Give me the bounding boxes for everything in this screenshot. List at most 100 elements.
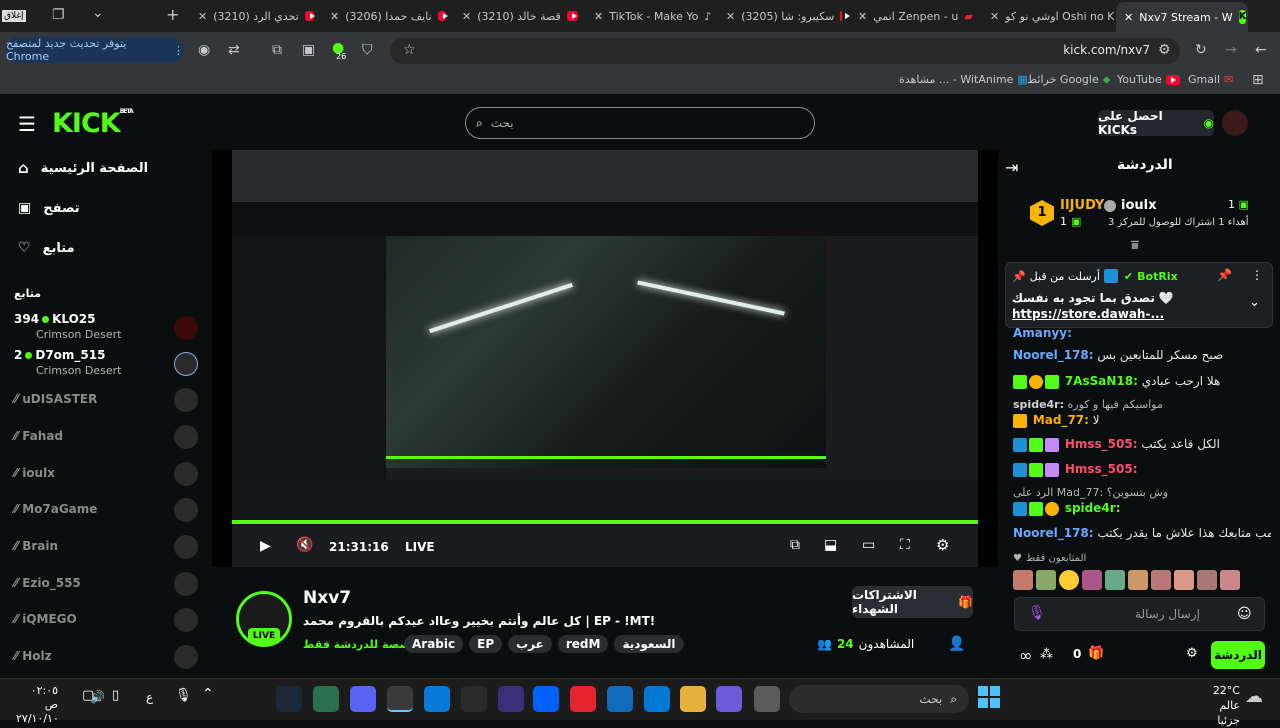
tag[interactable]: عرب [508, 635, 552, 653]
close-icon[interactable]: ✕ [594, 10, 603, 23]
chrome-update-button[interactable]: يتوفر تحديث جديد لمتصفح Chrome ⋮ [6, 37, 184, 63]
reload-icon[interactable]: ↻ [1195, 42, 1207, 58]
channel-item-offline[interactable]: ⁄⁄ Ezio_555 [14, 568, 204, 600]
discord-icon[interactable] [350, 686, 376, 712]
close-icon[interactable]: ✕ [726, 10, 735, 23]
app-icon[interactable] [754, 686, 780, 712]
emote[interactable] [1197, 570, 1217, 590]
extension-icon[interactable]: ▣ [302, 42, 315, 58]
site-info-icon[interactable]: ⚙ [1158, 42, 1171, 58]
user-avatar[interactable] [1222, 110, 1248, 136]
get-kicks-button[interactable]: احصل على KICKs ◉ [1098, 109, 1214, 137]
emote[interactable] [1128, 570, 1148, 590]
extension-avatar-icon[interactable]: ◉ [198, 42, 210, 58]
chevron-up-icon[interactable]: ⌃ [202, 686, 214, 702]
translate-icon[interactable]: ⇄ [228, 42, 240, 58]
channel-item-offline[interactable]: ⁄⁄ Fahad [14, 421, 204, 453]
follow-icon[interactable]: 👤 [948, 636, 965, 652]
all-bookmarks-icon[interactable]: ⊞ [1252, 72, 1264, 88]
tab-youtube-3[interactable]: ✕ (3210) تحدي الرد [190, 4, 322, 28]
taskbar-search[interactable]: بحث ⌕ [789, 685, 969, 713]
tag[interactable]: EP [469, 635, 503, 653]
tab-zenpen[interactable]: ✕ انمي Zenpen - u ▰ [850, 4, 982, 28]
points-icon[interactable]: ⁂ [1040, 647, 1053, 662]
chrome-icon[interactable] [387, 686, 413, 712]
bookmark-maps[interactable]: خرائط Google ⬥ [1027, 73, 1110, 87]
expand-leaderboard-icon[interactable]: ⩸ [1131, 238, 1139, 253]
store-icon[interactable] [644, 686, 670, 712]
theater-icon[interactable]: ▭ [862, 537, 875, 553]
explorer-icon[interactable] [680, 686, 706, 712]
pip-icon[interactable]: ⧉ [790, 537, 800, 553]
tag[interactable]: Arabic [404, 635, 464, 653]
tab-youtube-2[interactable]: ✕ (3206) نايف حمدا [322, 4, 454, 28]
pinned-link[interactable]: https://store.dawah-... [1012, 307, 1164, 321]
outlook-icon[interactable] [607, 686, 633, 712]
channel-item-d7om[interactable]: 2 D7om_515 Crimson Desert [14, 348, 204, 380]
channel-item-offline[interactable]: ⁄⁄ Mo7aGame [14, 494, 204, 526]
tag[interactable]: السعودية [614, 635, 684, 653]
collapse-chat-icon[interactable]: ⇥ [1005, 158, 1018, 177]
unpin-icon[interactable]: 📌 [1217, 268, 1232, 282]
close-icon[interactable]: ✕ [990, 10, 999, 23]
emote[interactable] [1105, 570, 1125, 590]
app-icon[interactable] [498, 686, 524, 712]
channel-item-offline[interactable]: ⁄⁄ Brain [14, 531, 204, 563]
close-icon[interactable]: ✕ [198, 10, 207, 23]
emoji-icon[interactable]: ☺ [1237, 606, 1252, 622]
emote[interactable] [1151, 570, 1171, 590]
mute-icon[interactable]: 🔇 [296, 537, 313, 553]
nav-home[interactable]: ⌂ الصفحة الرئيسية [18, 159, 148, 177]
channel-name[interactable]: Nxv7 [303, 588, 351, 608]
copilot-icon[interactable] [716, 686, 742, 712]
close-icon[interactable]: ✕ [330, 10, 339, 23]
progress-bar[interactable] [386, 456, 826, 459]
emote[interactable] [1174, 570, 1194, 590]
bookmark-youtube[interactable]: YouTube [1117, 73, 1180, 86]
channel-item-klo25[interactable]: 394 KLO25 Crimson Desert [14, 312, 204, 344]
close-icon[interactable]: ✕ [462, 10, 471, 23]
fullscreen-icon[interactable]: ⛶ [900, 537, 910, 553]
tag[interactable]: redM [557, 635, 609, 653]
app-icon[interactable] [570, 686, 596, 712]
play-icon[interactable]: ▶ [260, 538, 271, 554]
shield-icon[interactable]: ⛉ [362, 42, 373, 58]
emote[interactable] [1013, 570, 1033, 590]
mic-icon[interactable]: 🎙 [1028, 605, 1046, 621]
chat-settings-icon[interactable]: ⚙ [1186, 646, 1198, 661]
volume-icon[interactable]: 🔊 [90, 690, 105, 704]
chevron-down-icon[interactable]: ⌄ [92, 5, 104, 21]
battery-icon[interactable]: ▯ [112, 688, 119, 703]
edge-icon[interactable] [424, 686, 450, 712]
star-icon[interactable]: ☆ [403, 42, 416, 58]
video-player[interactable]: ▶ 🔇 21:31:16 LIVE ⧉ ⬓ ▭ ⛶ ⚙ [212, 150, 998, 567]
dropbox-icon[interactable] [533, 686, 559, 712]
epic-games-icon[interactable] [461, 686, 487, 712]
top-gifter-name[interactable]: IIJUDY [1060, 198, 1104, 213]
gift-subs-button[interactable]: الاشتراكات الشهداء 🎁 [852, 586, 973, 618]
bookmark-gmail[interactable]: Gmail ✉ [1188, 73, 1233, 86]
emote[interactable] [1059, 570, 1079, 590]
menu-icon[interactable]: ☰ [18, 112, 36, 136]
settings-icon[interactable]: ⚙ [936, 536, 949, 554]
chevron-down-icon[interactable]: ⌄ [1249, 295, 1260, 310]
new-tab-icon[interactable]: + [166, 5, 179, 24]
clip-icon[interactable]: ⬓ [824, 537, 837, 553]
mic-icon[interactable]: 🎙 [175, 688, 192, 703]
send-chat-button[interactable]: الدردشة [1211, 641, 1265, 669]
back-icon[interactable]: ← [1255, 42, 1267, 58]
channel-item-offline[interactable]: ⁄⁄ Holz [14, 641, 204, 673]
windows-start-icon[interactable] [978, 686, 1000, 708]
gifter-ioulx[interactable]: ioulx [1104, 198, 1156, 213]
channel-item-offline[interactable]: ⁄⁄ iQMEGO [14, 604, 204, 636]
tab-nxv7[interactable]: ✕ Nxv7 Stream - WK [1116, 2, 1248, 32]
extensions-puzzle-icon[interactable]: ⧉ [272, 42, 282, 58]
search-input[interactable]: ⌕ بحث [465, 107, 815, 139]
emote[interactable] [1220, 570, 1240, 590]
close-icon[interactable]: ✕ [1124, 11, 1133, 24]
tab-tiktok[interactable]: ✕ TikTok - Make Yo ♪ [586, 4, 718, 28]
steam-icon[interactable] [276, 686, 302, 712]
bookmark-witanime[interactable]: مشاهدة ... - WitAnime ▦ [899, 73, 1028, 86]
kick-logo[interactable]: KICKBETA [52, 108, 134, 139]
emote[interactable] [1082, 570, 1102, 590]
